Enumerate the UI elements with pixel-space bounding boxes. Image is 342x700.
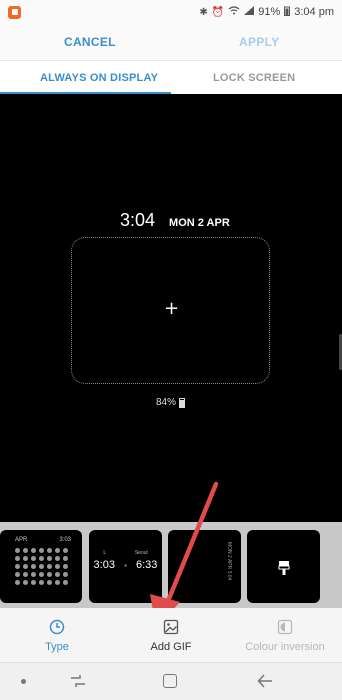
plus-icon[interactable]: +	[164, 298, 179, 319]
nav-dot-icon[interactable]	[21, 679, 26, 684]
paintbrush-icon	[277, 560, 291, 579]
calendar-grid	[15, 548, 71, 585]
dual-separator: ▪	[124, 560, 127, 570]
colour-inversion-icon	[277, 619, 293, 635]
always-on-display-preview: 3:04 MON 2 APR + 84%	[0, 94, 342, 528]
tab-type[interactable]: Type	[0, 608, 114, 662]
status-icons: ✱ ⏰ 91% 3:04 pm	[199, 6, 334, 19]
image-icon	[163, 619, 179, 635]
bottom-tab-bar: Type Add GIF Colour inversion	[0, 608, 342, 662]
dual-clock-times: 3:03 ▪ 6:33	[89, 559, 162, 571]
battery-icon	[179, 397, 186, 408]
clock-icon	[49, 619, 65, 635]
tab-add-gif[interactable]: Add GIF	[114, 608, 228, 662]
home-icon[interactable]	[163, 674, 177, 688]
cancel-button[interactable]: CANCEL	[64, 35, 116, 49]
tab-bar: ALWAYS ON DISPLAY LOCK SCREEN	[0, 60, 342, 95]
recent-apps-icon[interactable]	[70, 673, 86, 689]
tab-lock-screen[interactable]: LOCK SCREEN	[213, 72, 295, 84]
wifi-icon	[228, 6, 240, 18]
clock-style-calendar[interactable]: APR 3:03	[0, 530, 82, 603]
vertical-clock-text: MON 2 APR 3:04	[226, 542, 232, 581]
dual-clock-cities: L Seoul	[89, 550, 162, 556]
dual-city-1: L	[103, 550, 107, 556]
dual-time-2: 6:33	[136, 559, 158, 571]
signal-icon	[244, 6, 255, 18]
calendar-month: APR	[15, 537, 28, 543]
tab-always-on-display[interactable]: ALWAYS ON DISPLAY	[40, 72, 158, 84]
dual-city-2: Seoul	[134, 550, 148, 556]
clock-style-list[interactable]: APR 3:03 L Seoul 3:03 ▪ 6:33 MON 2 APR 3…	[0, 522, 342, 608]
apply-button[interactable]: APPLY	[239, 35, 279, 49]
tab-colour-inversion[interactable]: Colour inversion	[228, 608, 342, 662]
status-time: 3:04 pm	[294, 6, 334, 18]
tab-add-gif-label: Add GIF	[150, 641, 192, 653]
preview-battery-percent: 84%	[156, 397, 177, 408]
add-image-frame[interactable]: +	[71, 237, 270, 384]
calendar-header: APR 3:03	[15, 537, 71, 543]
clock-style-brush[interactable]	[247, 530, 320, 603]
navigation-bar	[0, 662, 342, 700]
clock-style-vertical[interactable]: MON 2 APR 3:04	[168, 530, 241, 603]
tab-colour-inversion-label: Colour inversion	[245, 641, 325, 653]
tab-type-label: Type	[45, 641, 69, 653]
calendar-time: 3:03	[59, 537, 71, 543]
preview-battery: 84%	[156, 397, 186, 408]
preview-date: MON 2 APR	[169, 217, 230, 229]
preview-clock: 3:04 MON 2 APR	[120, 210, 230, 231]
preview-time: 3:04	[120, 210, 156, 230]
status-bar: ✱ ⏰ 91% 3:04 pm	[0, 0, 342, 24]
clock-style-dual[interactable]: L Seoul 3:03 ▪ 6:33	[89, 530, 162, 603]
battery-icon	[284, 6, 291, 19]
bluetooth-icon: ✱	[199, 6, 208, 18]
back-icon[interactable]	[257, 672, 273, 690]
battery-percent: 91%	[258, 6, 281, 18]
notification-app-icon	[8, 5, 21, 19]
action-bar: CANCEL APPLY	[0, 24, 342, 60]
dual-time-1: 3:03	[93, 559, 115, 571]
screen: ✱ ⏰ 91% 3:04 pm CANCEL APPLY ALWAYS ON D…	[0, 0, 342, 700]
alarm-icon: ⏰	[211, 6, 225, 18]
